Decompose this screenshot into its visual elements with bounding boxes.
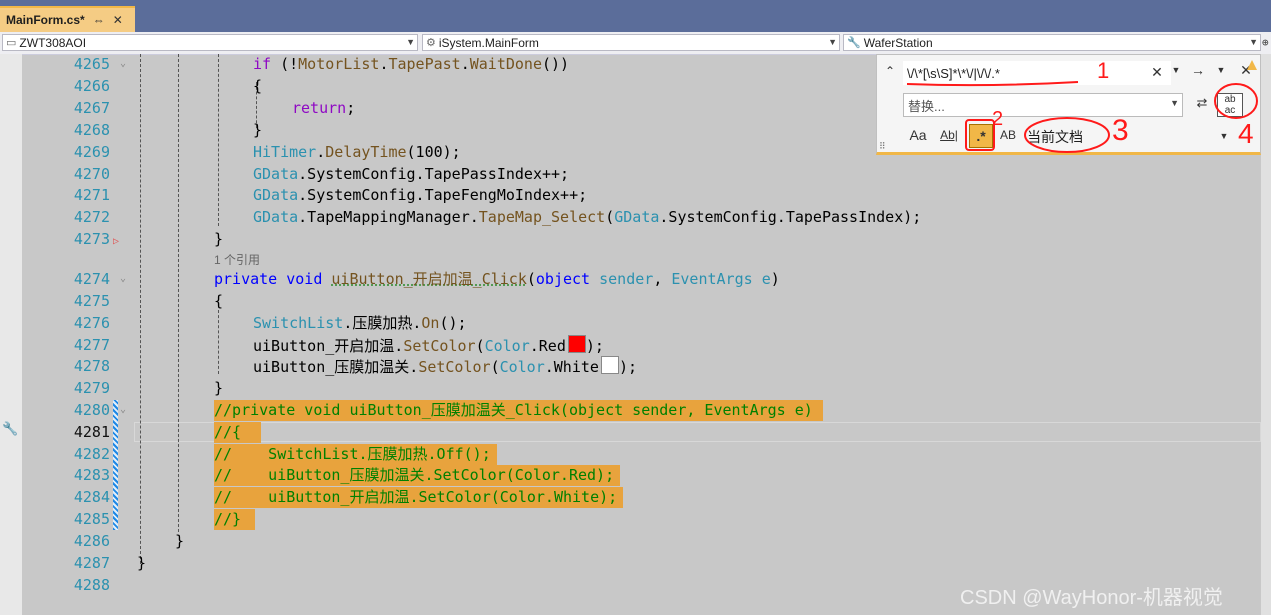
annotation-number: 4 bbox=[1238, 118, 1254, 149]
annotation-number: 2 bbox=[992, 108, 1004, 130]
replace-all-ellipse bbox=[1214, 83, 1258, 119]
regex-highlight-box bbox=[965, 119, 995, 151]
underline-annotation bbox=[906, 81, 1079, 87]
annotation-layer bbox=[906, 60, 1258, 153]
annotation-number: 1 bbox=[1097, 58, 1110, 83]
annotation-number: 3 bbox=[1112, 114, 1129, 147]
watermark: CSDN @WayHonor-机器视觉 bbox=[960, 587, 1223, 609]
warning-mark-icon bbox=[1247, 60, 1257, 70]
scope-ellipse bbox=[1024, 117, 1110, 153]
